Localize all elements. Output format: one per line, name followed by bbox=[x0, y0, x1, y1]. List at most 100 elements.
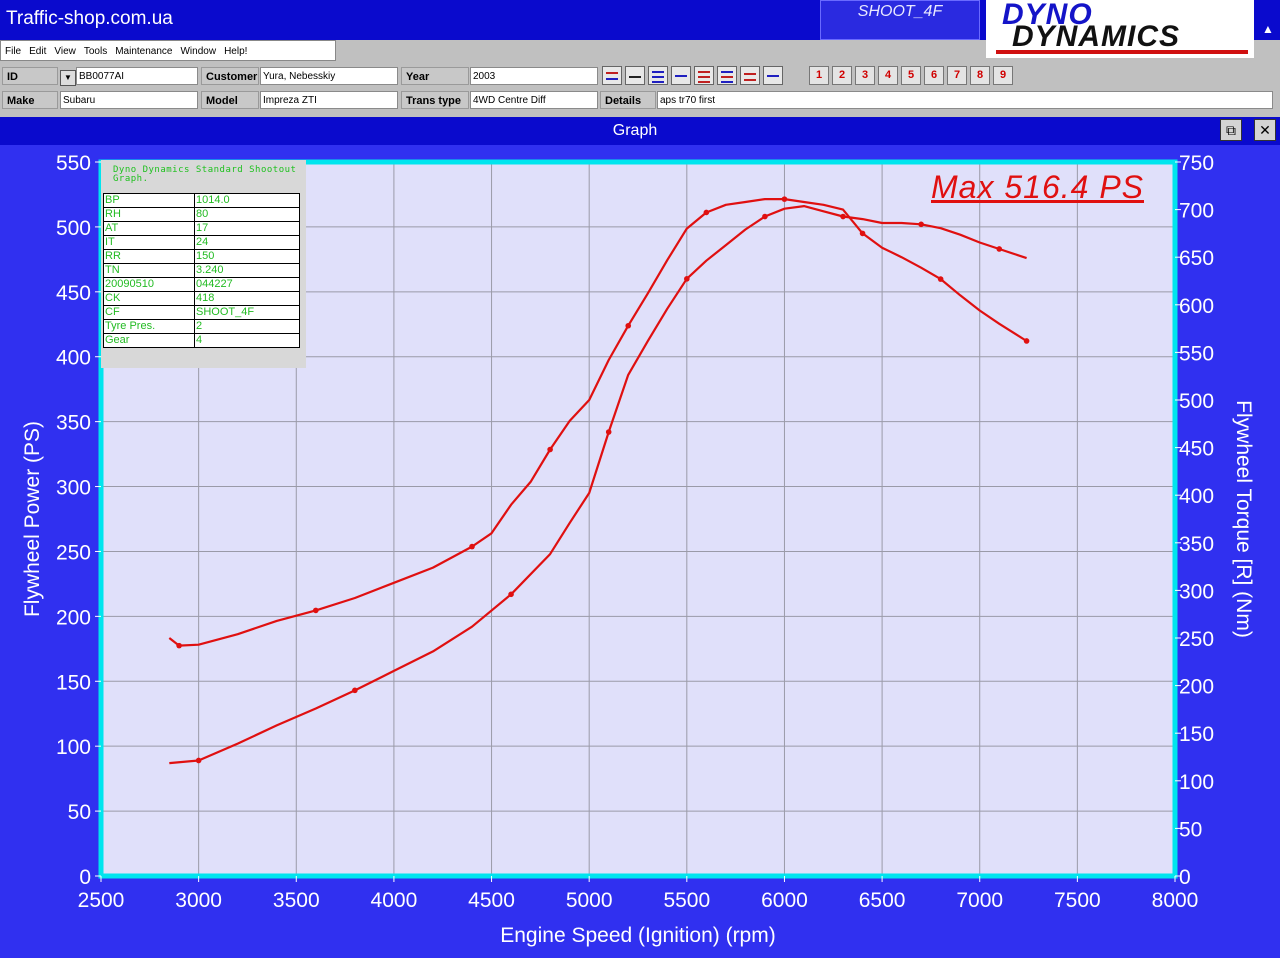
y-tick-label: 400 bbox=[56, 347, 91, 370]
menu-help[interactable]: Help! bbox=[220, 43, 251, 57]
curve-marker bbox=[547, 446, 553, 453]
x-tick-label: 5000 bbox=[566, 889, 613, 912]
run-button-4[interactable]: 4 bbox=[878, 66, 898, 85]
legend-value: 80 bbox=[194, 207, 300, 222]
y2-tick-label: 250 bbox=[1179, 628, 1214, 651]
year-label: Year bbox=[401, 67, 469, 85]
y-tick-label: 450 bbox=[56, 282, 91, 305]
curve-marker bbox=[313, 607, 319, 614]
curve-icon[interactable] bbox=[625, 66, 645, 85]
make-label: Make bbox=[2, 91, 58, 109]
y-tick-label: 350 bbox=[56, 412, 91, 435]
table-icon[interactable] bbox=[740, 66, 760, 85]
legend-row: CF SHOOT_4F bbox=[103, 305, 300, 320]
x-tick-label: 2500 bbox=[78, 889, 125, 912]
y-tick-label: 0 bbox=[79, 866, 91, 889]
logo-underline bbox=[996, 50, 1248, 54]
legend-value: SHOOT_4F bbox=[194, 305, 300, 320]
id-dropdown-icon[interactable]: ▼ bbox=[60, 70, 76, 86]
menu-edit[interactable]: Edit bbox=[25, 43, 50, 57]
trans-type-field[interactable]: 4WD Centre Diff bbox=[470, 91, 598, 109]
model-field[interactable]: Impreza ZTI bbox=[260, 91, 398, 109]
x-tick-label: 5500 bbox=[663, 889, 710, 912]
make-field[interactable]: Subaru bbox=[60, 91, 198, 109]
curve-marker bbox=[508, 591, 514, 598]
restore-window-icon[interactable]: ⧉ bbox=[1220, 119, 1242, 141]
menu-view[interactable]: View bbox=[50, 43, 80, 57]
y2-tick-label: 400 bbox=[1179, 485, 1214, 508]
curve-marker bbox=[195, 757, 202, 764]
curve-marker bbox=[781, 196, 788, 202]
id-label: ID bbox=[2, 67, 58, 85]
close-window-icon[interactable]: ✕ bbox=[1254, 119, 1276, 141]
y2-tick-label: 700 bbox=[1179, 200, 1214, 223]
legend-value: 4 bbox=[194, 333, 300, 348]
logo-text-dynamics: DYNAMICS bbox=[1012, 20, 1181, 53]
y2-tick-label: 500 bbox=[1179, 390, 1214, 413]
gauge-icon[interactable] bbox=[671, 66, 691, 85]
y-tick-label: 550 bbox=[56, 152, 91, 175]
legend-value: 150 bbox=[194, 249, 300, 264]
y-tick-label: 200 bbox=[56, 606, 91, 629]
menu-tools[interactable]: Tools bbox=[80, 43, 111, 57]
curve-marker bbox=[605, 429, 612, 435]
run-button-5[interactable]: 5 bbox=[901, 66, 921, 85]
run-button-6[interactable]: 6 bbox=[924, 66, 944, 85]
grid-icon[interactable] bbox=[648, 66, 668, 85]
x-tick-label: 3000 bbox=[175, 889, 222, 912]
model-label: Model bbox=[201, 91, 259, 109]
x-tick-label: 4000 bbox=[371, 889, 418, 912]
report-icon[interactable] bbox=[694, 66, 714, 85]
id-field[interactable]: BB0077AI bbox=[76, 67, 198, 85]
graph-panel: 2500 3000 3500 4000 4500 5000 5500 6000 6500 7000… bbox=[0, 145, 1280, 958]
legend-row: RR 150 bbox=[103, 249, 300, 264]
curve-marker bbox=[937, 276, 944, 282]
run-info-table: BP 1014.0 RH 80 AT 17 IT 24 RR 150 TN 3.240 20090510… bbox=[103, 193, 300, 348]
legend-key: CF bbox=[103, 305, 195, 320]
y-axis-label: Flywheel Power (PS) bbox=[21, 421, 44, 617]
y-tick-label: 50 bbox=[68, 801, 91, 824]
y2-tick-label: 150 bbox=[1179, 723, 1214, 746]
curve-marker bbox=[703, 209, 710, 216]
y2-tick-label: 450 bbox=[1179, 438, 1214, 461]
year-field[interactable]: 2003 bbox=[470, 67, 598, 85]
legend-row: TN 3.240 bbox=[103, 263, 300, 278]
customer-label: Customer bbox=[201, 67, 259, 85]
x-tick-label: 4500 bbox=[468, 889, 515, 912]
run-button-9[interactable]: 9 bbox=[993, 66, 1013, 85]
y2-tick-label: 600 bbox=[1179, 295, 1214, 318]
curve-marker bbox=[469, 543, 475, 550]
y2-axis-label: Flywheel Torque [R] (Nm) bbox=[1232, 400, 1255, 638]
curve-marker bbox=[762, 213, 768, 220]
x-tick-label: 6000 bbox=[761, 889, 808, 912]
legend-value: 044227 bbox=[194, 277, 300, 292]
monitor-icon[interactable] bbox=[763, 66, 783, 85]
menu-maintenance[interactable]: Maintenance bbox=[111, 43, 176, 57]
graph-setup-icon[interactable] bbox=[602, 66, 622, 85]
run-button-8[interactable]: 8 bbox=[970, 66, 990, 85]
legend-row: Gear 4 bbox=[103, 333, 300, 348]
scroll-up-icon[interactable]: ▲ bbox=[1258, 22, 1278, 38]
y2-tick-label: 300 bbox=[1179, 580, 1214, 603]
curve-marker bbox=[1023, 338, 1030, 344]
curve-marker bbox=[918, 221, 924, 228]
run-button-1[interactable]: 1 bbox=[809, 66, 829, 85]
customer-field[interactable]: Yura, Nebesskiy bbox=[260, 67, 398, 85]
y-tick-label: 150 bbox=[56, 671, 91, 694]
details-field[interactable]: aps tr70 first bbox=[657, 91, 1273, 109]
shoot-label: SHOOT_4F bbox=[820, 0, 980, 40]
legend-key: CK bbox=[103, 291, 195, 306]
menu-file[interactable]: File bbox=[1, 43, 25, 57]
legend-row: 20090510 044227 bbox=[103, 277, 300, 292]
legend-key: AT bbox=[103, 221, 195, 236]
y2-tick-label: 0 bbox=[1179, 866, 1191, 889]
legend-title: Dyno Dynamics Standard Shootout Graph. bbox=[113, 165, 297, 184]
run-button-3[interactable]: 3 bbox=[855, 66, 875, 85]
run-button-7[interactable]: 7 bbox=[947, 66, 967, 85]
curve-marker bbox=[996, 246, 1003, 252]
menu-window[interactable]: Window bbox=[176, 43, 220, 57]
list-icon[interactable] bbox=[717, 66, 737, 85]
legend-value: 17 bbox=[194, 221, 300, 236]
run-button-2[interactable]: 2 bbox=[832, 66, 852, 85]
legend-value: 1014.0 bbox=[194, 193, 300, 208]
